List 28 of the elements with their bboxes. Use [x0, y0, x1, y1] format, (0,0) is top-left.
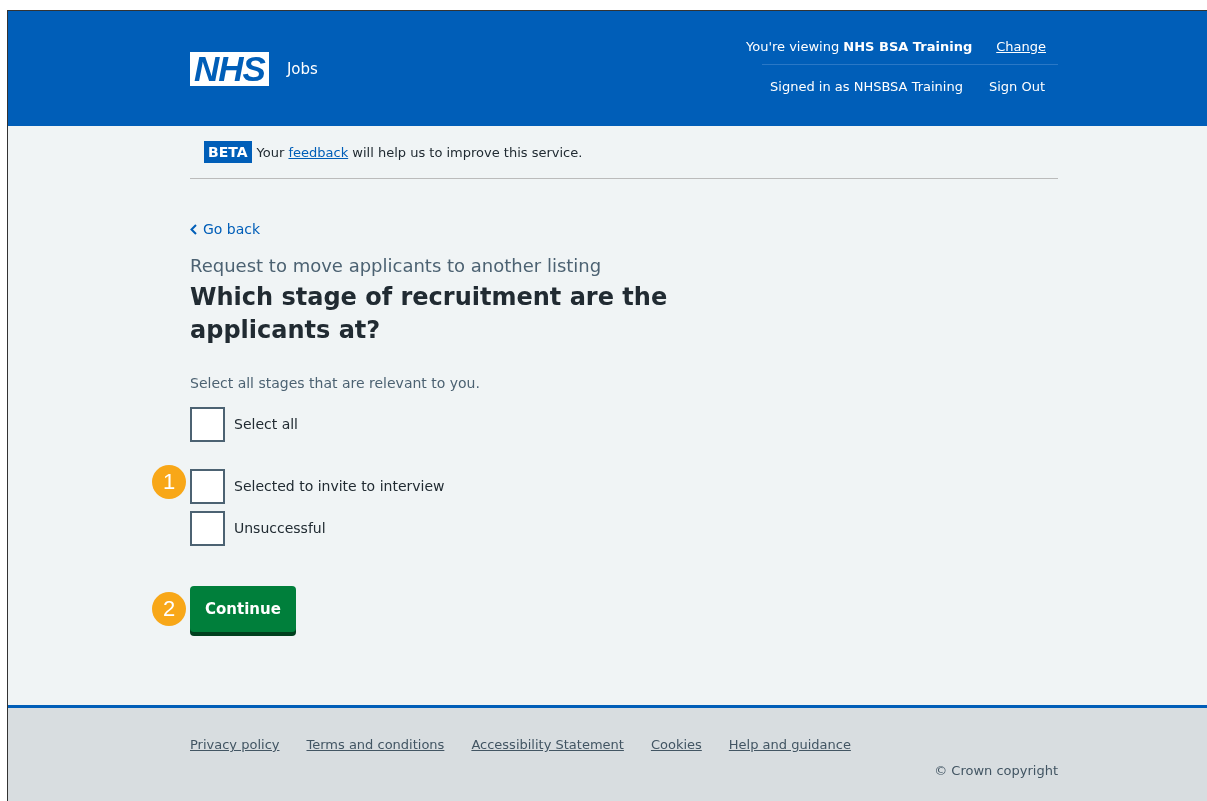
beta-tag: BETA: [204, 141, 252, 163]
nhs-logo[interactable]: NHS: [190, 51, 269, 86]
viewing-organisation: You're viewing NHS BSA Training: [746, 39, 973, 54]
checkbox-label[interactable]: Unsuccessful: [234, 520, 326, 536]
service-name: Jobs: [286, 59, 318, 78]
page-caption: Request to move applicants to another listing: [190, 254, 602, 276]
footer-link[interactable]: Privacy policy: [190, 737, 280, 752]
checkbox-label[interactable]: Select all: [234, 416, 298, 432]
step-marker: 2: [152, 591, 186, 626]
feedback-link[interactable]: feedback: [288, 144, 349, 160]
checkbox[interactable]: [190, 510, 225, 546]
signed-in-text: Signed in as NHSBSA Training: [770, 79, 963, 94]
chevron-left-icon: [190, 223, 197, 235]
checkbox[interactable]: [190, 468, 225, 504]
footer-link[interactable]: Help and guidance: [728, 737, 851, 752]
change-link[interactable]: Change: [996, 39, 1046, 54]
checkbox-label[interactable]: Selected to invite to interview: [234, 478, 445, 494]
checkbox[interactable]: [190, 406, 225, 442]
footer-link[interactable]: Terms and conditions: [306, 737, 445, 752]
beta-message: Your feedback will help us to improve this service.: [256, 144, 583, 160]
footer-link[interactable]: Accessibility Statement: [471, 737, 624, 752]
footer-link[interactable]: Cookies: [650, 737, 702, 752]
copyright-text: © Crown copyright: [934, 763, 1058, 778]
back-link[interactable]: Go back: [190, 221, 261, 237]
step-marker: 1: [152, 464, 186, 499]
page-heading: Which stage of recruitment are the applicants at?: [190, 281, 669, 346]
hint-text: Select all stages that are relevant to you.: [190, 374, 480, 391]
sign-out-link[interactable]: Sign Out: [988, 79, 1045, 94]
